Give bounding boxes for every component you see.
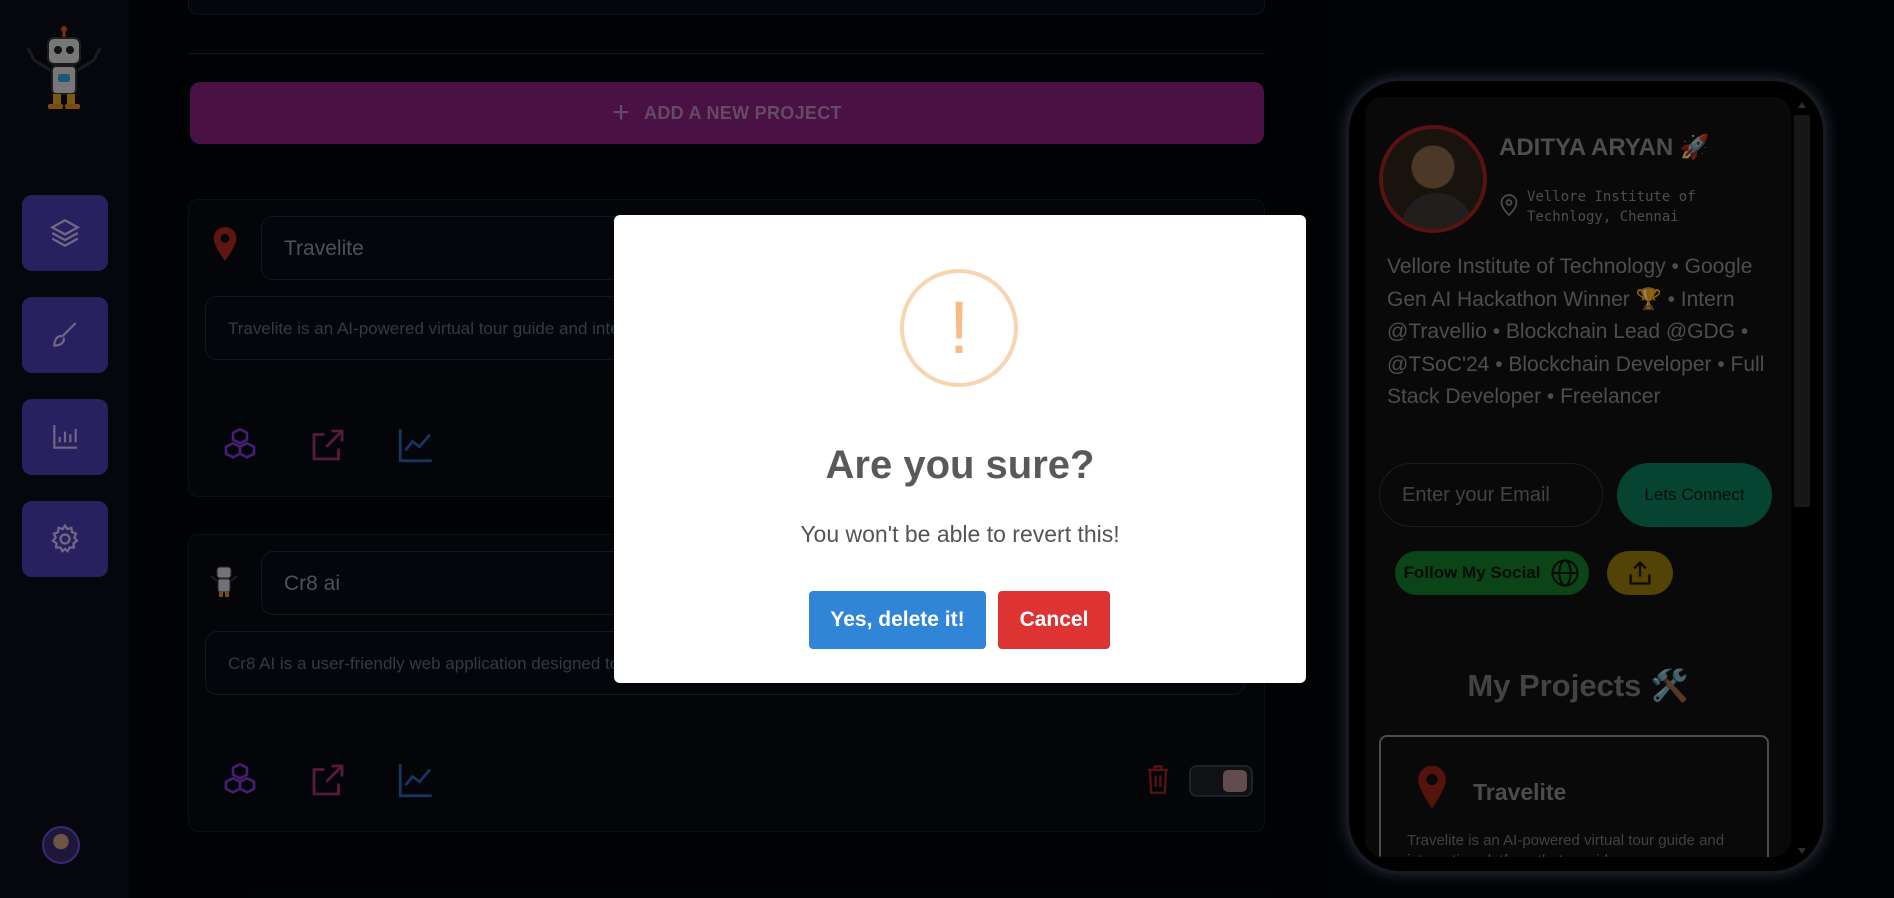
dialog-text: You won't be able to revert this! xyxy=(800,521,1120,547)
cancel-button[interactable]: Cancel xyxy=(998,591,1110,649)
confirm-delete-button[interactable]: Yes, delete it! xyxy=(809,591,986,649)
confirm-delete-dialog: ! Are you sure? You won't be able to rev… xyxy=(614,215,1306,683)
dialog-title: Are you sure? xyxy=(825,443,1095,487)
warning-icon: ! xyxy=(900,269,1018,387)
